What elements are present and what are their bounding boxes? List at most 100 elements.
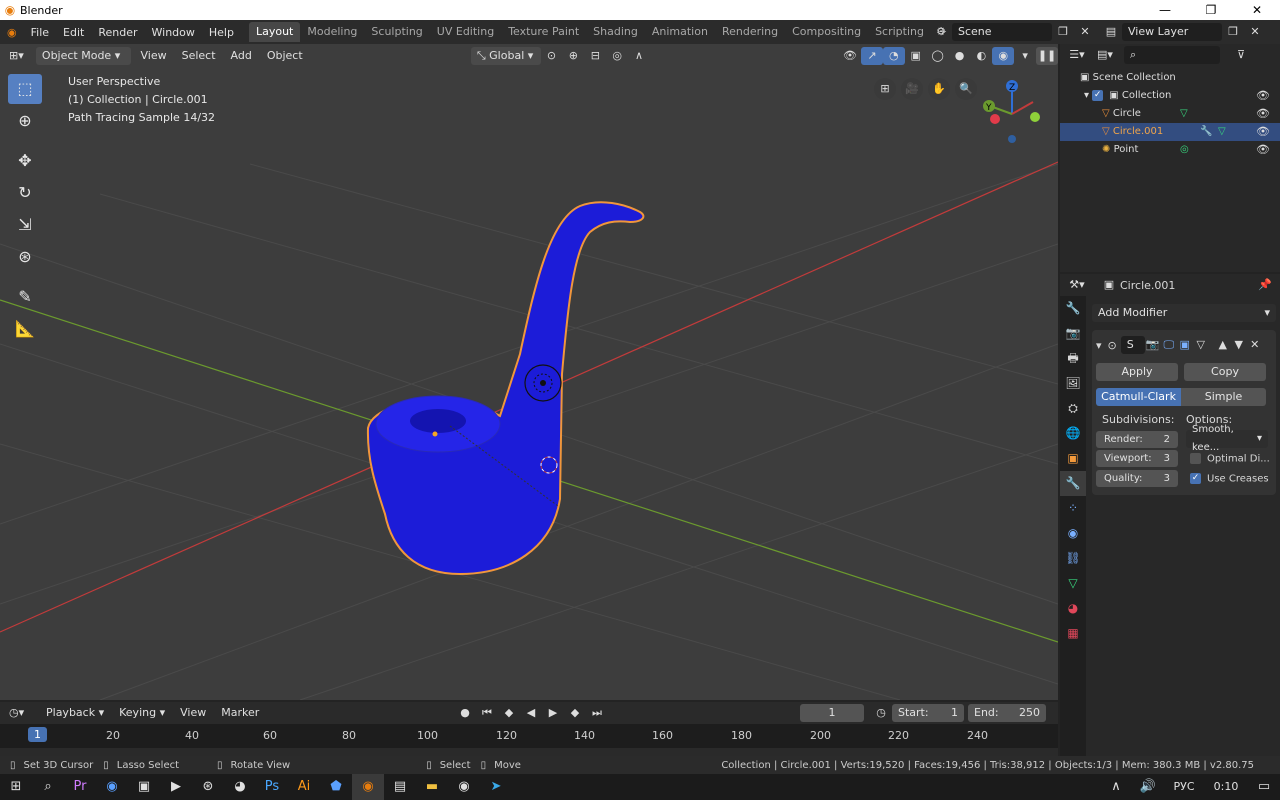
tool-tab-icon[interactable]: 🔧 <box>1060 296 1086 321</box>
tab-modeling[interactable]: Modeling <box>300 22 364 42</box>
frame-ruler[interactable]: 1 20 40 60 80 100 120 140 160 180 200 22… <box>0 724 1058 774</box>
preview-range-icon[interactable]: ◷ <box>870 704 892 722</box>
circle-001-visibility-icon[interactable]: 👁 <box>1256 123 1270 141</box>
delete-view-layer-icon[interactable]: ✕ <box>1244 23 1266 41</box>
language-indicator[interactable]: РУС <box>1164 774 1204 800</box>
viewport-menu-view[interactable]: View <box>134 47 172 65</box>
next-keyframe-icon[interactable]: ◆ <box>564 704 586 722</box>
media-app-icon[interactable]: ▶ <box>160 774 192 800</box>
camera-view-icon[interactable]: 🎥 <box>901 78 923 100</box>
physics-tab-icon[interactable]: ◉ <box>1060 521 1086 546</box>
toggle-perspective-icon[interactable]: ⊞ <box>874 78 896 100</box>
scale-tool-icon[interactable]: ⇲ <box>8 210 42 240</box>
playhead-frame[interactable]: 1 <box>28 727 47 742</box>
optimal-display-option[interactable]: Optimal Di... <box>1190 452 1270 464</box>
view-layer-field[interactable]: View Layer <box>1122 23 1222 41</box>
proportional-edit-icon[interactable]: ◎ <box>606 47 628 65</box>
mode-dropdown[interactable]: Object Mode ▾ <box>35 47 132 65</box>
start-frame-field[interactable]: Start: 1 <box>892 704 964 722</box>
snap-target-icon[interactable]: ⊟ <box>584 47 606 65</box>
object-tab-icon[interactable]: ▣ <box>1060 446 1086 471</box>
overlays-icon[interactable]: ◔ <box>882 47 905 65</box>
texture-tab-icon[interactable]: ▦ <box>1060 621 1086 646</box>
render-toggle-icon[interactable]: 📷 <box>1145 336 1161 354</box>
remove-modifier-icon[interactable]: ✕ <box>1247 336 1263 354</box>
timeline-menu-view[interactable]: View <box>174 704 212 722</box>
filter-icon[interactable]: ⊽ <box>1230 46 1252 64</box>
use-creases-option[interactable]: ✓ Use Creases <box>1190 472 1269 484</box>
catmull-clark-toggle[interactable]: Catmull-Clark <box>1096 388 1181 406</box>
tab-sculpting[interactable]: Sculpting <box>364 22 429 42</box>
modifier-tab-icon[interactable]: 🔧 <box>1060 471 1086 496</box>
scene-tab-icon[interactable]: ⛭ <box>1060 396 1086 421</box>
collection-visibility-icon[interactable]: 👁 <box>1256 87 1270 105</box>
copy-button[interactable]: Copy <box>1184 363 1266 381</box>
collection-checkbox[interactable]: ✓ <box>1092 89 1104 101</box>
tray-chevron-icon[interactable]: ∧ <box>1100 774 1132 800</box>
tab-compositing[interactable]: Compositing <box>785 22 868 42</box>
tab-uv-editing[interactable]: UV Editing <box>430 22 501 42</box>
viewport-menu-select[interactable]: Select <box>176 47 222 65</box>
orientation-dropdown[interactable]: ⤡ Global ▾ <box>470 47 541 65</box>
play-icon[interactable]: ▶ <box>542 704 564 722</box>
output-tab-icon[interactable]: 🖶 <box>1060 346 1086 371</box>
tab-scripting[interactable]: Scripting <box>868 22 931 42</box>
selected-object-circle-001[interactable] <box>366 201 645 576</box>
particles-tab-icon[interactable]: ⁘ <box>1060 496 1086 521</box>
timeline-menu-playback[interactable]: Playback ▾ <box>40 704 110 722</box>
prev-keyframe-icon[interactable]: ◆ <box>498 704 520 722</box>
minimize-button[interactable]: — <box>1142 0 1188 20</box>
apply-button[interactable]: Apply <box>1096 363 1178 381</box>
view-layer-tab-icon[interactable]: 🖼 <box>1060 371 1086 396</box>
constraints-tab-icon[interactable]: ⛓ <box>1060 546 1086 571</box>
outliner-collection[interactable]: ▾ ✓ ▣ Collection 👁 <box>1060 87 1280 105</box>
outliner-item-circle[interactable]: ▽ Circle ▽ 👁 <box>1060 105 1280 123</box>
pin-icon[interactable]: 📌 <box>1254 276 1276 294</box>
render-tab-icon[interactable]: 📷 <box>1060 321 1086 346</box>
maximize-button[interactable]: ❐ <box>1188 0 1234 20</box>
zoom-view-icon[interactable]: 🔍 <box>955 78 977 100</box>
volume-icon[interactable]: 🔊 <box>1132 774 1164 800</box>
menu-edit[interactable]: Edit <box>56 26 91 39</box>
rotate-tool-icon[interactable]: ↻ <box>8 178 42 208</box>
outliner-editor-type-icon[interactable]: ☰▾ <box>1066 46 1088 64</box>
shading-options-icon[interactable]: ▾ <box>1014 47 1036 65</box>
point-visibility-icon[interactable]: 👁 <box>1256 141 1270 159</box>
delete-scene-icon[interactable]: ✕ <box>1074 23 1096 41</box>
box-app-icon[interactable]: ▣ <box>128 774 160 800</box>
quality-field[interactable]: Quality: 3 <box>1096 470 1178 487</box>
end-frame-field[interactable]: End: 250 <box>968 704 1046 722</box>
use-creases-checkbox[interactable]: ✓ <box>1190 472 1201 484</box>
optimal-display-checkbox[interactable] <box>1190 452 1201 464</box>
menu-window[interactable]: Window <box>145 26 202 39</box>
circle-visibility-icon[interactable]: 👁 <box>1256 105 1270 123</box>
discord-app-icon[interactable]: ◕ <box>224 774 256 800</box>
wireframe-shading-icon[interactable]: ◯ <box>927 47 949 65</box>
telegram-app-icon[interactable]: ➤ <box>480 774 512 800</box>
shield-app-icon[interactable]: ⬟ <box>320 774 352 800</box>
browser-app-icon[interactable]: ◉ <box>96 774 128 800</box>
viewport-menu-object[interactable]: Object <box>261 47 309 65</box>
new-scene-icon[interactable]: ❐ <box>1052 23 1074 41</box>
falloff-icon[interactable]: ∧ <box>628 47 650 65</box>
pivot-icon[interactable]: ⊙ <box>541 47 563 65</box>
menu-render[interactable]: Render <box>91 26 144 39</box>
solid-shading-icon[interactable]: ● <box>949 47 971 65</box>
jump-end-icon[interactable]: ⏭ <box>586 704 608 722</box>
scene-field[interactable]: Scene <box>952 23 1052 41</box>
data-tab-icon[interactable]: ▽ <box>1060 571 1086 596</box>
current-frame-field[interactable]: 1 <box>800 704 864 722</box>
modifier-name-field[interactable]: S <box>1120 336 1145 354</box>
illustrator-app-icon[interactable]: Ai <box>288 774 320 800</box>
cursor-tool-icon[interactable]: ⊕ <box>8 106 42 136</box>
expand-arrow-icon[interactable]: ▾ <box>1084 90 1092 101</box>
annotate-tool-icon[interactable]: ✎ <box>8 282 42 312</box>
viewport-menu-add[interactable]: Add <box>225 47 258 65</box>
clock[interactable]: 0:10 <box>1204 774 1248 800</box>
play-reverse-icon[interactable]: ◀ <box>520 704 542 722</box>
search-icon[interactable]: ⌕ <box>32 774 64 800</box>
3d-viewport[interactable]: Z Y ⊞▾ Object Mode ▾ View Select Add Obj… <box>0 44 1058 700</box>
select-box-tool-icon[interactable]: ⬚ <box>8 74 42 104</box>
collapse-arrow-icon[interactable]: ▾ <box>1096 339 1102 352</box>
jump-start-icon[interactable]: ⏮ <box>476 704 498 722</box>
